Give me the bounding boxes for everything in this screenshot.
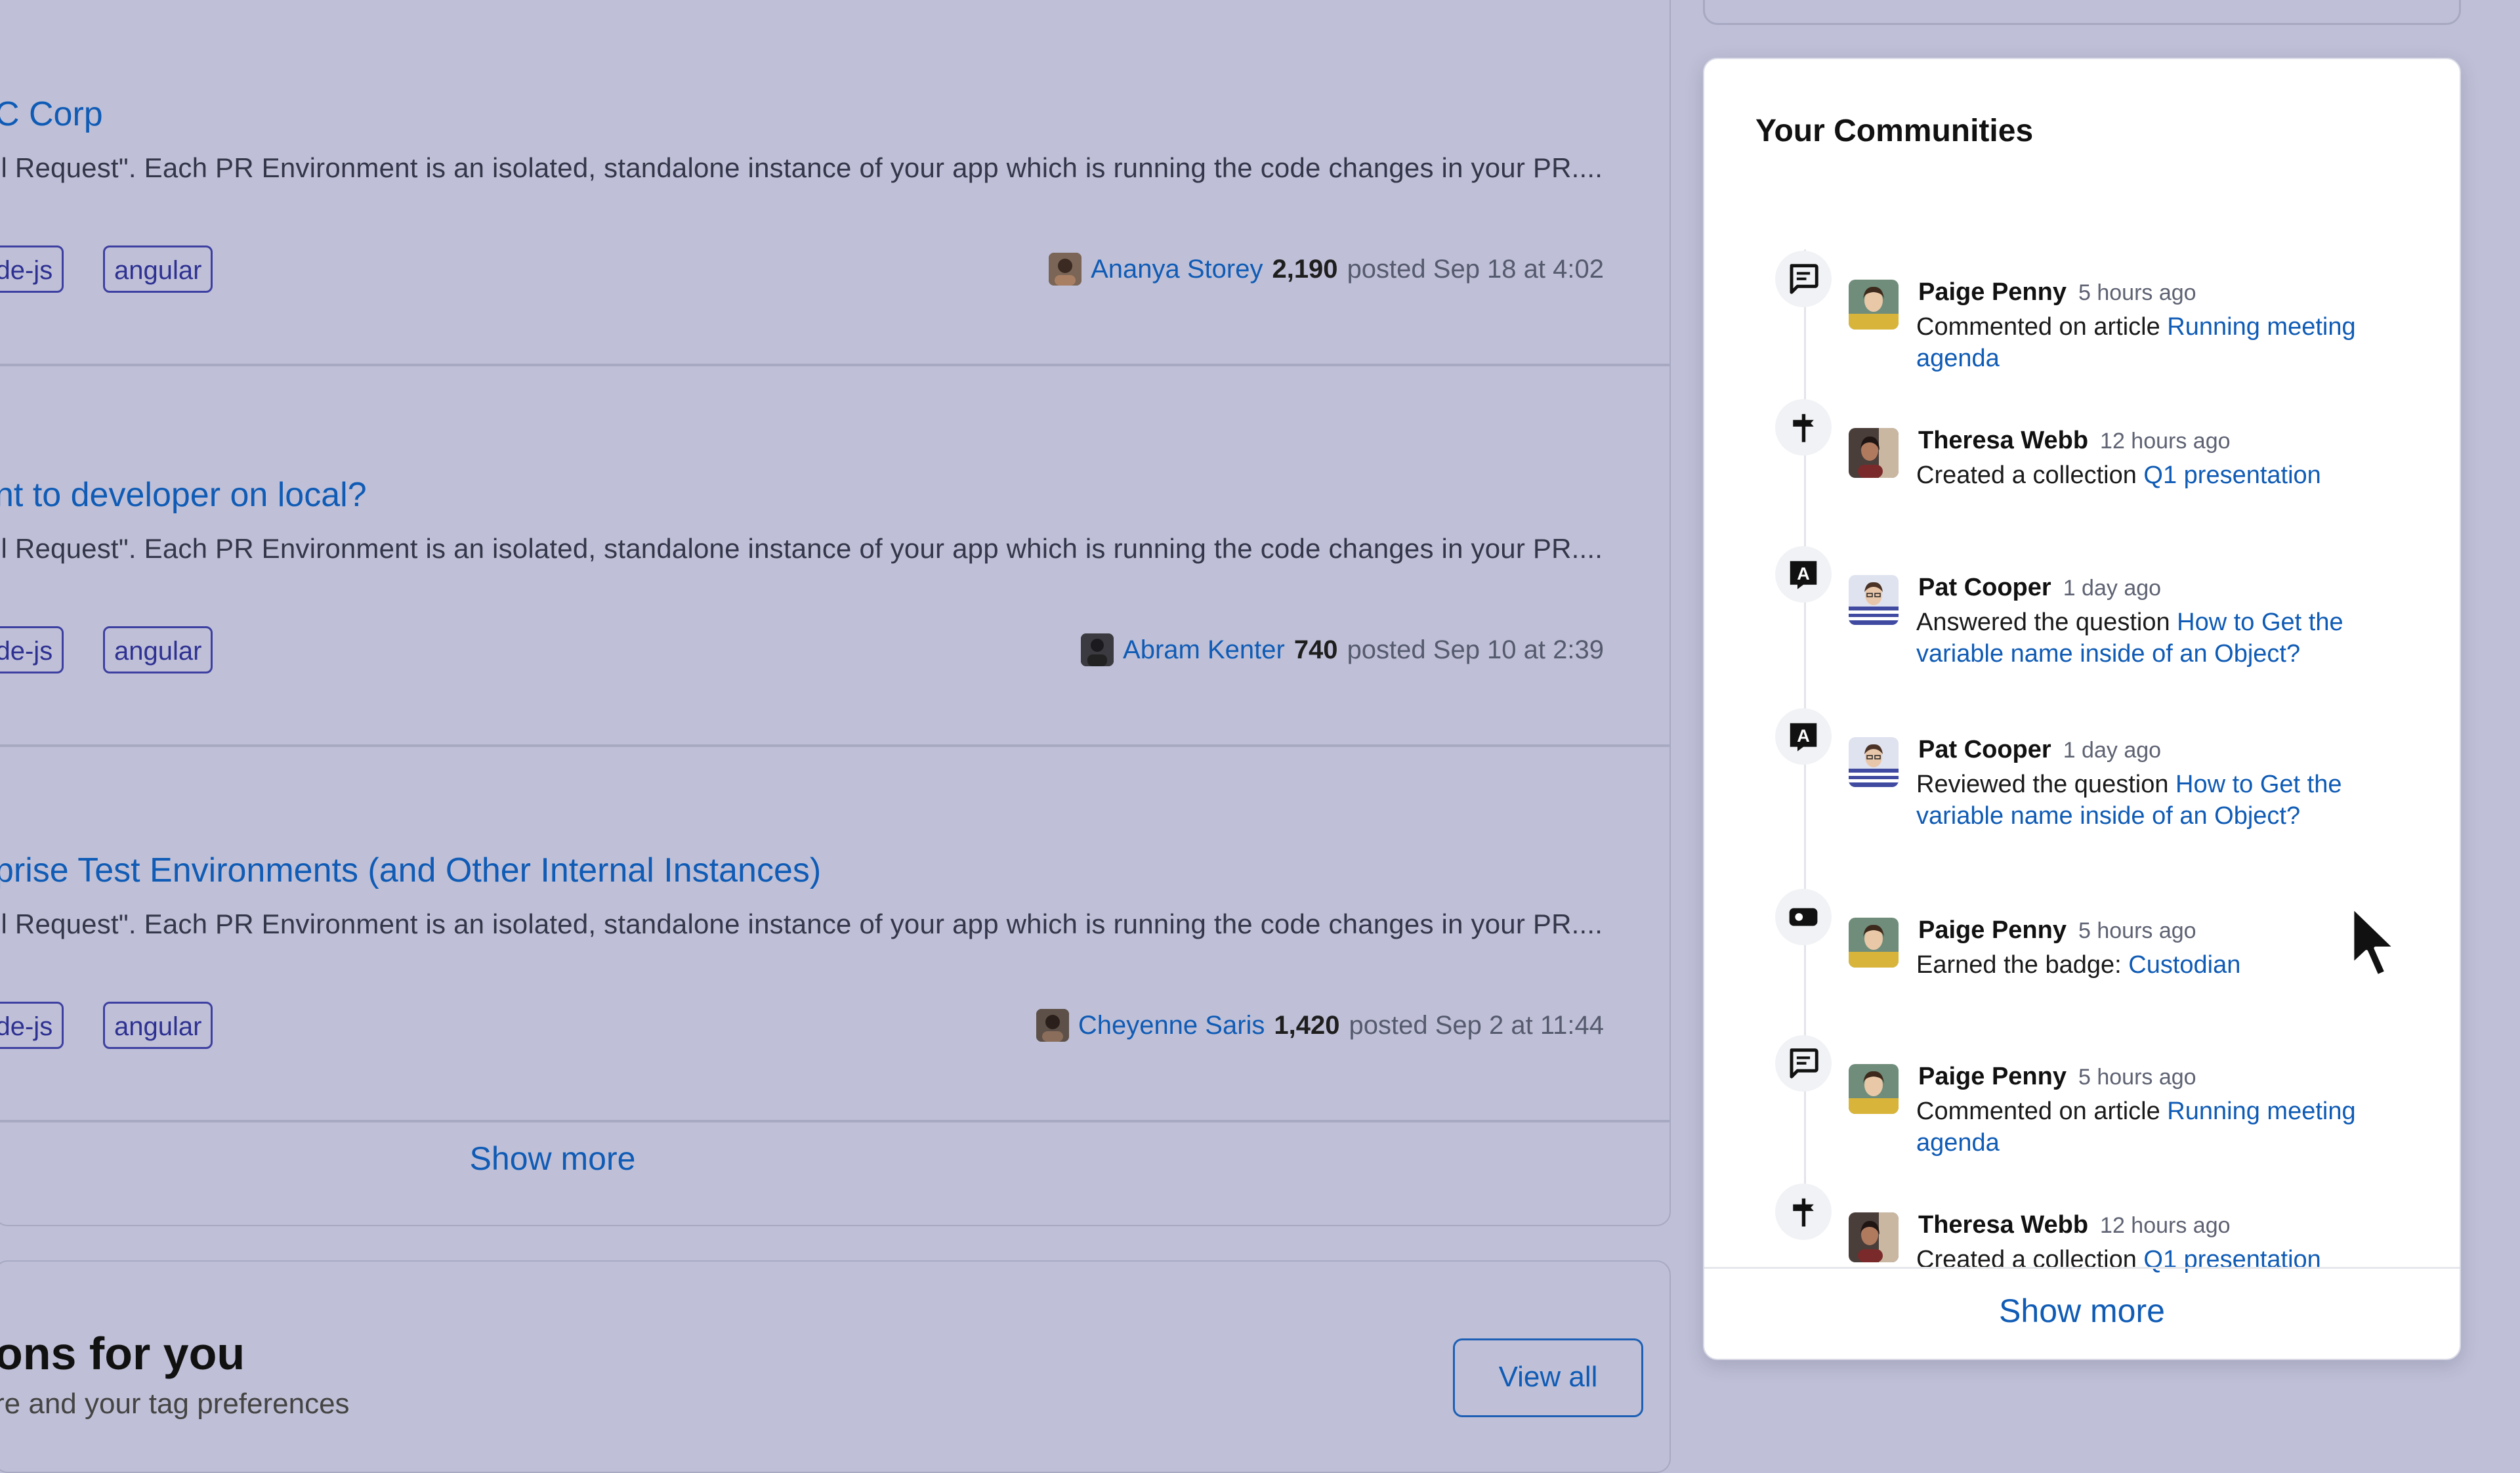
- svg-text:A: A: [1797, 726, 1810, 746]
- activity-action: Answered the question: [1916, 608, 2177, 636]
- post-meta: Cheyenne Saris 1,420 posted Sep 2 at 11:…: [1036, 1006, 1604, 1045]
- svg-text:A: A: [1797, 564, 1810, 584]
- avatar: [1849, 918, 1899, 968]
- suggestions-subheading: re and your tag preferences: [0, 1388, 350, 1420]
- answer-icon: A: [1775, 546, 1832, 603]
- activity-time: 12 hours ago: [2100, 429, 2231, 454]
- posted-time: posted Sep 18 at 4:02: [1347, 254, 1604, 284]
- divider: [0, 1120, 1670, 1122]
- signpost-icon: [1775, 399, 1832, 456]
- reputation: 2,190: [1272, 254, 1338, 284]
- activity-time: 5 hours ago: [2078, 280, 2196, 305]
- post-excerpt: ll Request". Each PR Environment is an i…: [0, 533, 1603, 564]
- author-link[interactable]: Ananya Storey: [1091, 255, 1263, 284]
- avatar: [1849, 1212, 1899, 1262]
- avatar: [1849, 428, 1899, 478]
- avatar: [1036, 1009, 1069, 1042]
- sidebar-card-previous: [1703, 0, 2461, 25]
- suggestions-panel: ons for you re and your tag preferences …: [0, 1260, 1671, 1473]
- avatar: [1049, 253, 1082, 286]
- user-name[interactable]: Theresa Webb: [1918, 427, 2088, 455]
- user-name[interactable]: Theresa Webb: [1918, 1211, 2088, 1239]
- post-title[interactable]: C Corp: [0, 95, 103, 134]
- user-name[interactable]: Paige Penny: [1918, 916, 2067, 945]
- activity-time: 5 hours ago: [2078, 918, 2196, 943]
- activity-time: 12 hours ago: [2100, 1213, 2231, 1238]
- avatar: [1849, 575, 1899, 625]
- activity-time: 1 day ago: [2063, 576, 2162, 601]
- posted-time: posted Sep 2 at 11:44: [1349, 1010, 1604, 1040]
- answer-icon: A: [1775, 708, 1832, 765]
- user-name[interactable]: Paige Penny: [1918, 278, 2067, 307]
- user-name[interactable]: Pat Cooper: [1918, 574, 2051, 602]
- tag-node-js[interactable]: node-js: [0, 1002, 64, 1049]
- activity-action: Created a collection: [1916, 461, 2144, 489]
- post-excerpt: ll Request". Each PR Environment is an i…: [0, 908, 1603, 939]
- divider: [0, 364, 1670, 366]
- activity-link[interactable]: Custodian: [2128, 951, 2240, 979]
- tag-angular[interactable]: angular: [103, 626, 213, 673]
- activity-action: Reviewed the question: [1916, 771, 2176, 798]
- post-title[interactable]: prise Test Environments (and Other Inter…: [0, 851, 821, 890]
- comment-icon: [1775, 1035, 1832, 1092]
- activity-link[interactable]: Q1 presentation: [2143, 1246, 2320, 1273]
- post-excerpt: ll Request". Each PR Environment is an i…: [0, 152, 1603, 183]
- user-name[interactable]: Pat Cooper: [1918, 736, 2051, 764]
- badge-icon: [1775, 889, 1832, 945]
- activity-time: 1 day ago: [2063, 738, 2162, 763]
- activity-action: Earned the badge:: [1916, 951, 2129, 979]
- reputation: 740: [1293, 635, 1338, 664]
- activity-time: 5 hours ago: [2078, 1065, 2196, 1090]
- communities-show-more-button[interactable]: Show more: [1704, 1292, 2460, 1330]
- mouse-cursor-icon: [2351, 905, 2397, 978]
- your-communities-card: Your Communities Paige Penny 5 hours ago …: [1703, 58, 2461, 1360]
- questions-feed: C Corp ll Request". Each PR Environment …: [0, 0, 1671, 1226]
- activity-action: Commented on article: [1916, 313, 2168, 341]
- tag-node-js[interactable]: node-js: [0, 626, 64, 673]
- divider: [0, 744, 1670, 747]
- avatar: [1849, 737, 1899, 787]
- divider: [1704, 1267, 2460, 1269]
- tag-node-js[interactable]: node-js: [0, 245, 64, 293]
- view-all-button[interactable]: View all: [1453, 1338, 1643, 1417]
- activity-action: Created a collection: [1916, 1246, 2144, 1273]
- tag-angular[interactable]: angular: [103, 245, 213, 293]
- post-title[interactable]: nt to developer on local?: [0, 475, 367, 515]
- author-link[interactable]: Cheyenne Saris: [1078, 1011, 1265, 1040]
- user-name[interactable]: Paige Penny: [1918, 1063, 2067, 1091]
- activity-link[interactable]: Q1 presentation: [2143, 461, 2320, 489]
- avatar: [1849, 280, 1899, 330]
- comment-icon: [1775, 251, 1832, 307]
- post-meta: Ananya Storey 2,190 posted Sep 18 at 4:0…: [1049, 249, 1604, 289]
- post-meta: Abram Kenter 740 posted Sep 10 at 2:39: [1081, 630, 1604, 670]
- activity-action: Commented on article: [1916, 1098, 2168, 1125]
- posted-time: posted Sep 10 at 2:39: [1347, 635, 1604, 664]
- avatar: [1849, 1064, 1899, 1114]
- card-title: Your Communities: [1755, 114, 2034, 148]
- avatar: [1081, 633, 1114, 666]
- author-link[interactable]: Abram Kenter: [1123, 635, 1285, 665]
- feed-show-more-button[interactable]: Show more: [0, 1140, 1110, 1178]
- tag-angular[interactable]: angular: [103, 1002, 213, 1049]
- suggestions-heading: ons for you: [0, 1328, 245, 1379]
- signpost-icon: [1775, 1184, 1832, 1240]
- reputation: 1,420: [1274, 1010, 1340, 1040]
